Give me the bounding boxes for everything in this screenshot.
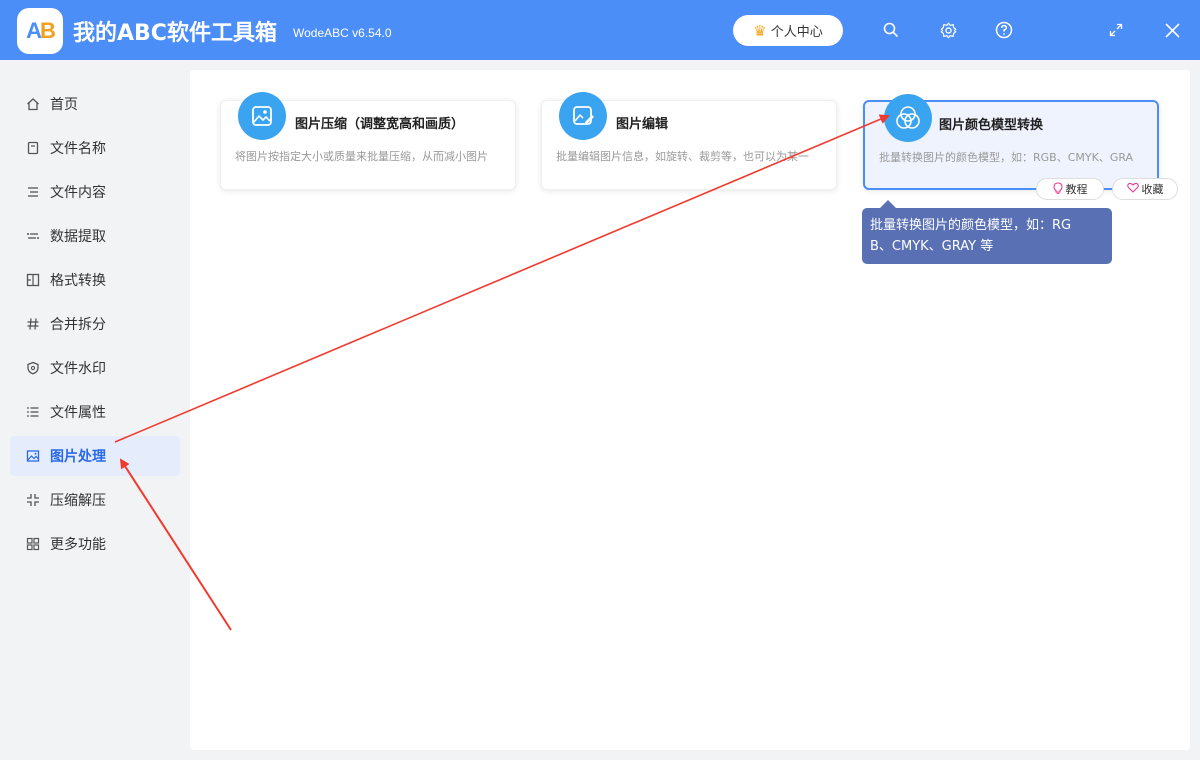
main-panel: 图片压缩（调整宽高和画质） 将图片按指定大小或质量来批量压缩，从而减小图片 图片… xyxy=(190,70,1190,750)
home-icon xyxy=(24,95,42,113)
sidebar-item-label: 更多功能 xyxy=(50,537,106,553)
crown-icon: ♛ xyxy=(753,21,767,40)
tutorial-label: 教程 xyxy=(1065,183,1088,196)
maximize-icon[interactable] xyxy=(1103,17,1129,43)
sidebar-item-compress[interactable]: 压缩解压 xyxy=(10,480,180,520)
sidebar-item-merge-split[interactable]: 合并拆分 xyxy=(10,304,180,344)
logo-letter-a: A xyxy=(26,18,42,43)
sidebar-item-watermark[interactable]: 文件水印 xyxy=(10,348,180,388)
favorite-label: 收藏 xyxy=(1141,183,1164,196)
sidebar: 首页 文件名称 文件内容 数据提取 格式转换 合并拆分 文件水印 文件属性 图片… xyxy=(0,60,190,760)
tooltip-line-2: B、CMYK、GRAY 等 xyxy=(870,239,994,254)
lightbulb-icon xyxy=(1052,181,1063,197)
sidebar-item-label: 格式转换 xyxy=(50,273,106,289)
sidebar-item-home[interactable]: 首页 xyxy=(10,84,180,124)
sidebar-item-label: 合并拆分 xyxy=(50,317,106,333)
card-description: 批量转换图片的颜色模型，如：RGB、CMYK、GRA xyxy=(879,151,1134,164)
tutorial-button[interactable]: 教程 xyxy=(1036,178,1104,200)
card-description: 将图片按指定大小或质量来批量压缩，从而减小图片 xyxy=(235,150,488,163)
close-icon[interactable] xyxy=(1159,17,1185,43)
title-bar: AB 我的ABC软件工具箱 WodeABC v6.54.0 ♛ 个人中心 xyxy=(0,0,1200,60)
sidebar-item-label: 压缩解压 xyxy=(50,493,106,509)
sidebar-item-file-name[interactable]: 文件名称 xyxy=(10,128,180,168)
sidebar-item-label: 首页 xyxy=(50,97,78,113)
sidebar-item-format-convert[interactable]: 格式转换 xyxy=(10,260,180,300)
merge-split-icon xyxy=(24,315,42,333)
user-center-button[interactable]: ♛ 个人中心 xyxy=(733,15,843,46)
search-icon[interactable] xyxy=(878,17,904,43)
user-center-label: 个人中心 xyxy=(770,25,823,40)
sidebar-item-data-extract[interactable]: 数据提取 xyxy=(10,216,180,256)
data-extract-icon xyxy=(24,227,42,245)
card-image-edit[interactable]: 图片编辑 批量编辑图片信息，如旋转、裁剪等，也可以为某一 xyxy=(541,92,837,190)
app-logo: AB xyxy=(17,8,63,54)
file-properties-icon xyxy=(24,403,42,421)
card-image-compress[interactable]: 图片压缩（调整宽高和画质） 将图片按指定大小或质量来批量压缩，从而减小图片 xyxy=(220,92,516,190)
file-name-icon xyxy=(24,139,42,157)
more-icon xyxy=(24,535,42,553)
sidebar-item-label: 图片处理 xyxy=(50,449,106,465)
favorite-button[interactable]: 收藏 xyxy=(1112,178,1178,200)
watermark-icon xyxy=(24,359,42,377)
sidebar-item-image-processing[interactable]: 图片处理 xyxy=(10,436,180,476)
app-title: 我的ABC软件工具箱 xyxy=(73,21,277,46)
sidebar-item-file-properties[interactable]: 文件属性 xyxy=(10,392,180,432)
compress-icon xyxy=(24,491,42,509)
card-title: 图片压缩（调整宽高和画质） xyxy=(295,117,465,132)
file-content-icon xyxy=(24,183,42,201)
sidebar-item-label: 数据提取 xyxy=(50,229,106,245)
tooltip: 批量转换图片的颜色模型，如：RG B、CMYK、GRAY 等 xyxy=(862,208,1112,264)
sidebar-item-label: 文件水印 xyxy=(50,361,106,377)
card-title: 图片编辑 xyxy=(616,117,669,132)
sidebar-item-file-content[interactable]: 文件内容 xyxy=(10,172,180,212)
sidebar-item-label: 文件内容 xyxy=(50,185,106,201)
help-icon[interactable] xyxy=(991,17,1017,43)
image-icon xyxy=(24,447,42,465)
card-description: 批量编辑图片信息，如旋转、裁剪等，也可以为某一 xyxy=(556,150,809,163)
sidebar-item-label: 文件属性 xyxy=(50,405,106,421)
format-convert-icon xyxy=(24,271,42,289)
app-version: WodeABC v6.54.0 xyxy=(293,26,392,40)
logo-letter-b: B xyxy=(40,18,56,43)
image-compress-icon xyxy=(238,92,286,140)
image-edit-icon xyxy=(559,92,607,140)
tooltip-tail xyxy=(880,200,896,208)
gear-icon[interactable] xyxy=(935,17,961,43)
heart-icon xyxy=(1126,182,1139,196)
color-model-icon xyxy=(884,94,932,142)
sidebar-item-more[interactable]: 更多功能 xyxy=(10,524,180,564)
sidebar-item-label: 文件名称 xyxy=(50,141,106,157)
tooltip-line-1: 批量转换图片的颜色模型，如：RG xyxy=(870,218,1072,233)
card-color-model-convert[interactable]: 图片颜色模型转换 批量转换图片的颜色模型，如：RGB、CMYK、GRA xyxy=(863,94,1159,190)
card-title: 图片颜色模型转换 xyxy=(939,118,1044,133)
